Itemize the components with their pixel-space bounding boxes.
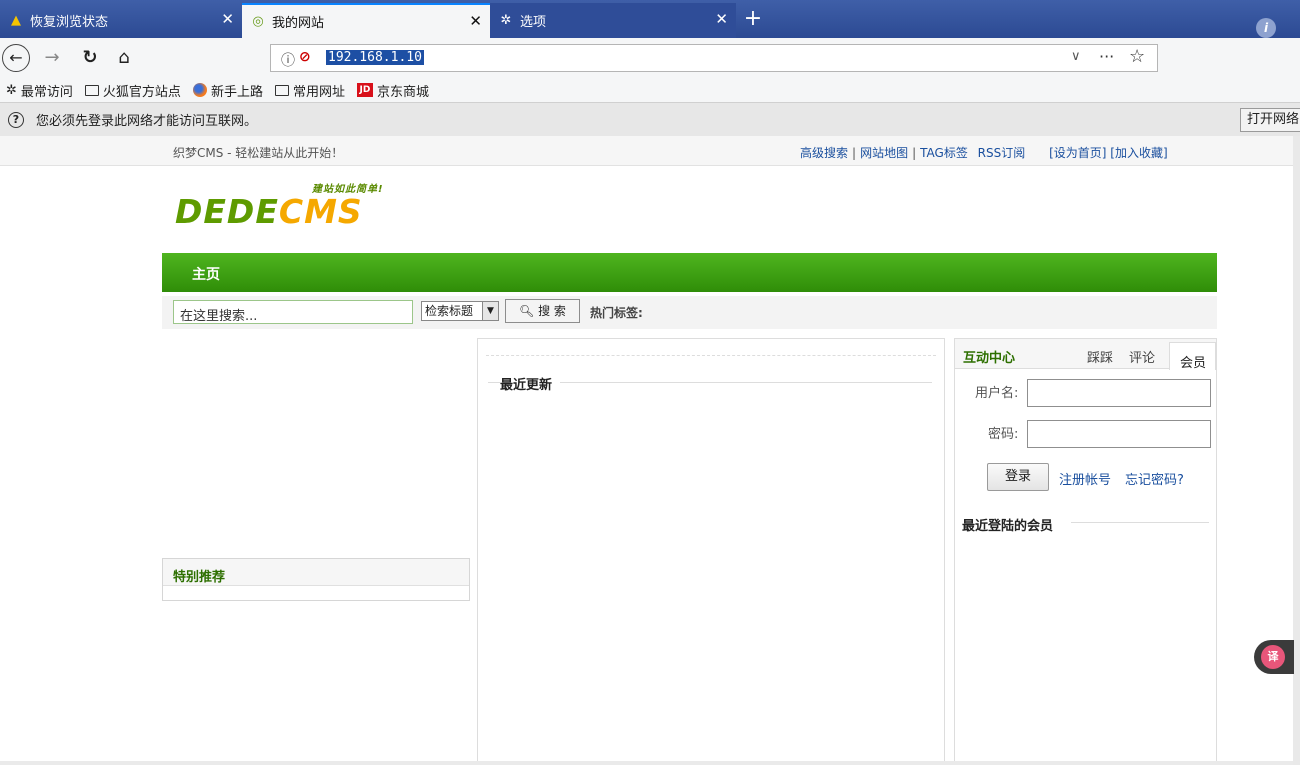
tab-digg[interactable]: 踩踩: [1087, 347, 1113, 366]
chevron-down-icon[interactable]: ▼: [482, 302, 498, 320]
bookmark-firefox-site[interactable]: 火狐官方站点: [84, 81, 181, 100]
url-bar[interactable]: ⓘ ⊘ 192.168.1.10 ∨ ··· ☆: [270, 44, 1158, 72]
nav-item-home[interactable]: 主页: [192, 264, 220, 284]
bookmark-jd[interactable]: JD 京东商城: [356, 81, 429, 100]
logo-text-cms: CMS: [278, 192, 363, 231]
translate-badge: 译: [1261, 645, 1285, 669]
set-homepage-link[interactable]: [设为首页]: [1049, 146, 1106, 160]
tag-link[interactable]: TAG标签: [920, 146, 968, 160]
search-icon: 🔍︎: [519, 304, 535, 318]
separator: |: [852, 146, 857, 160]
tab-my-site[interactable]: ◎ 我的网站 ✕: [242, 3, 490, 38]
close-icon[interactable]: ✕: [221, 10, 234, 28]
separator: |: [912, 146, 917, 160]
bookmark-label: 常用网址: [292, 84, 345, 100]
add-favorite-link[interactable]: [加入收藏]: [1110, 146, 1167, 160]
bookmark-label: 火狐官方站点: [102, 84, 181, 100]
gear-icon: ✲: [500, 13, 512, 28]
tab-options[interactable]: ✲ 选项 ✕: [490, 3, 736, 38]
gear-icon: ✲: [6, 82, 17, 98]
divider: [1071, 522, 1209, 523]
tab-comment[interactable]: 评论: [1129, 347, 1155, 366]
open-network-button[interactable]: 打开网络: [1240, 108, 1300, 132]
search-button[interactable]: 🔍︎ 搜 索: [505, 299, 580, 323]
bookmark-label: 新手上路: [210, 84, 263, 100]
close-icon[interactable]: ✕: [715, 10, 728, 28]
star-icon[interactable]: ☆: [1129, 46, 1145, 67]
login-button[interactable]: 登录: [987, 463, 1049, 491]
hot-tags-label: 热门标签:: [590, 306, 643, 320]
tab-bar: ▲ 恢复浏览状态 ✕ ◎ 我的网站 ✕ ✲ 选项 ✕ + i: [0, 0, 1300, 38]
register-link[interactable]: 注册帐号: [1059, 469, 1111, 488]
site-slogan: 织梦CMS - 轻松建站从此开始！: [173, 146, 344, 160]
bookmark-most-visited[interactable]: ✲ 最常访问: [6, 81, 73, 100]
site-logo[interactable]: 建站如此简单! DEDECMS: [175, 180, 415, 236]
bookmark-label: 最常访问: [20, 84, 73, 100]
bottom-edge: [0, 761, 1293, 765]
url-text[interactable]: 192.168.1.10: [326, 50, 424, 65]
bookmark-getting-started[interactable]: 新手上路: [192, 81, 263, 100]
bookmarks-toolbar: ✲ 最常访问 火狐官方站点 新手上路 常用网址 JD 京东商城: [0, 78, 1300, 102]
password-input[interactable]: [1027, 420, 1211, 448]
site-icon: ◎: [252, 14, 264, 29]
tab-label: 选项: [520, 15, 547, 30]
folder-icon: [84, 84, 99, 96]
reload-button[interactable]: ↻: [76, 44, 104, 72]
info-icon[interactable]: ⓘ: [281, 50, 295, 70]
special-recommend-title: 特别推荐: [163, 559, 469, 586]
search-type-value: 检索标题: [425, 304, 474, 318]
search-button-label: 搜 索: [538, 304, 566, 318]
top-links: 高级搜索 | 网站地图 | TAG标签 RSS订阅 [设为首页] [加入收藏]: [800, 144, 1168, 161]
close-icon[interactable]: ✕: [469, 12, 482, 30]
folder-icon: [274, 84, 289, 96]
interaction-center: 互动中心 踩踩 评论 会员 用户名: 密码: 登录 注册帐号 忘记密码? 最近登…: [954, 338, 1217, 765]
special-recommend-box: 特别推荐: [162, 558, 470, 601]
captive-portal-notification: ? 您必须先登录此网络才能访问互联网。 打开网络: [0, 102, 1300, 136]
logo-text-dede: DEDE: [175, 192, 279, 231]
logo-text: DEDECMS: [175, 192, 363, 231]
translate-icon[interactable]: 译: [1254, 640, 1294, 674]
password-label: 密码:: [988, 427, 1019, 442]
chevron-down-icon[interactable]: ∨: [1071, 49, 1081, 64]
firefox-icon: [192, 83, 207, 97]
insecure-lock-icon[interactable]: ⊘: [299, 49, 311, 65]
scrollbar[interactable]: [1293, 136, 1300, 765]
sitemap-link[interactable]: 网站地图: [860, 146, 908, 160]
info-icon[interactable]: i: [1256, 18, 1276, 38]
latest-updates-title: 最近更新: [500, 374, 561, 393]
home-button[interactable]: ⌂: [110, 44, 138, 72]
forgot-password-link[interactable]: 忘记密码?: [1125, 469, 1184, 488]
top-strip: 织梦CMS - 轻松建站从此开始！ 高级搜索 | 网站地图 | TAG标签 RSS订阅 …: [0, 136, 1293, 166]
question-icon: ?: [8, 111, 24, 128]
notification-text: 您必须先登录此网络才能访问互联网。: [36, 114, 258, 129]
jd-icon: JD: [356, 83, 373, 97]
tab-label: 我的网站: [272, 16, 325, 31]
username-input[interactable]: [1027, 379, 1211, 407]
search-input[interactable]: 在这里搜索...: [173, 300, 413, 324]
navigation-toolbar: ← → ↻ ⌂ ⓘ ⊘ 192.168.1.10 ∨ ··· ☆: [0, 38, 1300, 78]
warning-icon: ▲: [11, 13, 21, 28]
center-column: 最近更新: [477, 338, 945, 765]
more-icon[interactable]: ···: [1099, 47, 1114, 66]
tab-member[interactable]: 会员: [1169, 342, 1216, 371]
interaction-title: 互动中心: [963, 351, 1016, 366]
new-tab-button[interactable]: +: [738, 3, 768, 35]
forward-button[interactable]: →: [38, 44, 66, 72]
web-page: 织梦CMS - 轻松建站从此开始！ 高级搜索 | 网站地图 | TAG标签 RSS订阅 …: [0, 136, 1293, 765]
username-label: 用户名:: [975, 386, 1019, 401]
divider: [486, 355, 936, 356]
search-bar: 在这里搜索... 检索标题 ▼ 🔍︎ 搜 索 热门标签:: [162, 296, 1217, 329]
bookmark-common-sites[interactable]: 常用网址: [274, 81, 345, 100]
bookmark-label: 京东商城: [376, 84, 429, 100]
back-button[interactable]: ←: [2, 44, 30, 72]
search-type-select[interactable]: 检索标题 ▼: [421, 301, 499, 321]
main-nav: 主页: [162, 253, 1217, 292]
rss-link[interactable]: RSS订阅: [978, 146, 1026, 160]
tab-label: 恢复浏览状态: [30, 15, 109, 30]
advanced-search-link[interactable]: 高级搜索: [800, 146, 848, 160]
tab-restore-session[interactable]: ▲ 恢复浏览状态 ✕: [0, 3, 242, 38]
interaction-header: 互动中心 踩踩 评论 会员: [955, 339, 1216, 371]
recent-members-title: 最近登陆的会员: [962, 519, 1054, 534]
